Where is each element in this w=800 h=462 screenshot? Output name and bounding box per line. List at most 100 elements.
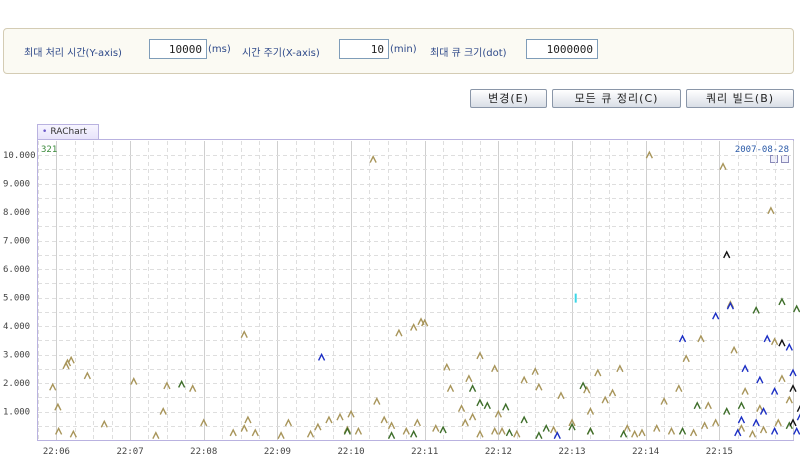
data-point-green (619, 429, 628, 438)
x-tick-label: 22:11 (411, 447, 438, 457)
data-point-tan (200, 418, 208, 427)
data-point-tan (277, 431, 285, 440)
data-point-tan (336, 412, 344, 421)
data-point-tan (395, 328, 403, 337)
data-point-tan (54, 402, 62, 411)
data-point-tan (638, 428, 646, 437)
data-point-tan (387, 421, 396, 430)
data-point-blue (770, 387, 779, 395)
date-label: 2007-08-28 (735, 145, 789, 155)
data-point-tan (667, 426, 676, 435)
y-tick-label: 10.000 (3, 151, 36, 161)
point-count-label: 321 (41, 145, 57, 155)
data-point-tan (314, 422, 322, 431)
data-point-blue (741, 364, 749, 373)
data-point-blue (793, 426, 800, 435)
data-point-tan (83, 371, 91, 380)
data-point-tan (446, 384, 455, 393)
data-point-tan (325, 415, 333, 424)
data-point-blue (737, 415, 746, 424)
data-point-blue (785, 342, 793, 351)
data-point-blue (763, 334, 771, 343)
data-point-blue (712, 311, 720, 320)
data-point-tan (608, 388, 617, 397)
data-point-green (410, 429, 418, 438)
y-tick-label: 6.000 (3, 265, 30, 275)
data-point-tan (631, 429, 639, 438)
data-point-blue (678, 334, 687, 343)
data-point-green (468, 384, 477, 393)
data-point-green (502, 402, 510, 411)
data-point-green (778, 297, 786, 306)
data-point-tan (491, 426, 499, 435)
data-point-blue (726, 301, 735, 310)
data-point-tan (240, 330, 248, 338)
data-point-tan (369, 154, 377, 163)
data-point-green (178, 379, 186, 388)
data-point-tan (159, 406, 167, 415)
y-tick-label: 3.000 (3, 351, 30, 361)
data-point-tan (69, 429, 77, 438)
data-point-green (693, 401, 701, 410)
data-point-tan (251, 428, 259, 437)
cursor-marker (574, 293, 577, 303)
data-point-tan (380, 415, 388, 424)
data-point-tan (461, 418, 469, 427)
data-point-tan (778, 374, 786, 383)
data-point-tan (465, 374, 473, 383)
data-point-tan (583, 385, 591, 394)
data-point-tan (306, 429, 315, 438)
data-point-green (476, 398, 484, 407)
data-point-tan (354, 426, 363, 435)
data-point-tan (520, 375, 528, 384)
data-point-tan (767, 206, 775, 215)
data-point-tan (748, 429, 757, 438)
data-point-tan (616, 364, 624, 373)
data-point-tan (594, 368, 602, 377)
y-tick-label: 7.000 (3, 237, 30, 247)
data-point-tan (785, 395, 793, 404)
data-point-tan (413, 418, 421, 427)
data-point-tan (730, 345, 738, 354)
data-point-green (505, 428, 514, 437)
data-point-tan (457, 404, 466, 412)
data-point-tan (410, 322, 418, 331)
data-point-tan (689, 428, 698, 437)
data-point-green (535, 431, 543, 440)
x-tick-label: 22:12 (485, 447, 512, 457)
y-tick-label: 4.000 (3, 322, 30, 332)
x-tick-label: 22:13 (558, 447, 585, 457)
data-point-black (778, 338, 786, 347)
x-tick-label: 22:09 (264, 447, 291, 457)
data-point-green (723, 406, 731, 415)
x-tick-label: 22:15 (706, 447, 733, 457)
data-point-tan (49, 382, 57, 391)
x-tick-label: 22:07 (117, 447, 144, 457)
x-tick-label: 22:14 (632, 447, 659, 457)
data-point-tan (759, 425, 768, 434)
data-point-tan (704, 401, 712, 410)
x-tick-label: 22:06 (43, 447, 70, 457)
data-point-green (520, 415, 528, 424)
y-tick-label: 8.000 (3, 208, 30, 218)
rachart-plot: 10.000 9.000 8.000 7.000 6.000 5.000 4.000 3.00… (3, 141, 800, 457)
data-point-green (737, 401, 746, 410)
data-point-green (793, 304, 800, 313)
y-tick-label: 1.000 (3, 408, 30, 418)
data-point-tan (476, 429, 484, 438)
y-tick-label: 2.000 (3, 379, 30, 389)
data-point-tan (719, 162, 727, 170)
data-point-black (723, 250, 731, 259)
data-point-tan (373, 396, 381, 405)
data-point-tan (700, 421, 709, 430)
data-point-tan (498, 426, 506, 435)
data-point-tan (601, 395, 609, 404)
data-point-tan (468, 412, 477, 421)
data-point-tan (770, 337, 779, 346)
data-point-blue (734, 428, 742, 437)
data-point-blue (756, 375, 764, 384)
data-point-tan (774, 418, 782, 427)
data-point-green (678, 426, 687, 435)
data-point-green (343, 426, 351, 435)
data-point-tan (586, 406, 595, 415)
